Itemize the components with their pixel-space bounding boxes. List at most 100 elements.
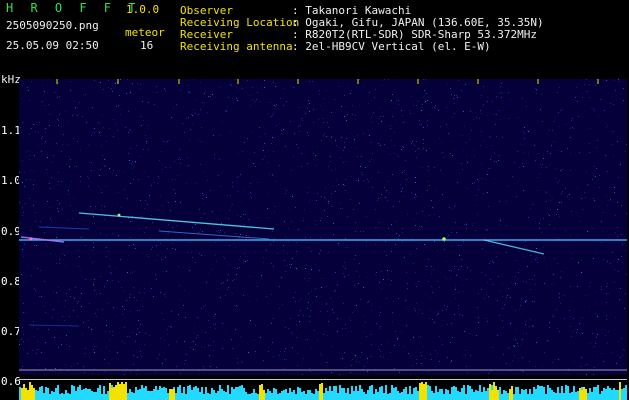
noise-speckle: [204, 347, 205, 348]
noise-speckle: [336, 179, 337, 180]
meteor-count-value: 16: [140, 39, 154, 52]
noise-speckle: [581, 198, 582, 199]
noise-speckle: [70, 90, 71, 91]
noise-speckle: [411, 143, 412, 144]
noise-speckle: [368, 103, 369, 104]
noise-speckle: [220, 186, 221, 187]
noise-speckle: [497, 335, 498, 336]
noise-speckle: [532, 326, 533, 327]
noise-speckle: [205, 332, 206, 333]
noise-speckle: [434, 241, 435, 242]
noise-speckle: [155, 274, 156, 275]
noise-speckle: [311, 291, 312, 292]
noise-speckle: [171, 311, 172, 312]
noise-speckle: [615, 90, 616, 91]
noise-speckle: [192, 257, 193, 258]
noise-speckle: [207, 180, 208, 181]
noise-speckle: [127, 198, 128, 199]
noise-speckle: [398, 104, 399, 105]
noise-speckle: [610, 103, 611, 104]
noise-speckle: [235, 233, 236, 234]
noise-speckle: [308, 225, 309, 226]
noise-speckle: [210, 366, 211, 367]
noise-speckle: [128, 132, 129, 133]
activity-column: [567, 386, 569, 400]
noise-speckle: [428, 170, 429, 171]
noise-speckle: [467, 267, 468, 268]
noise-speckle: [223, 282, 224, 283]
noise-speckle: [103, 89, 104, 90]
noise-speckle: [33, 124, 34, 125]
noise-speckle: [71, 366, 72, 367]
noise-speckle: [215, 323, 216, 324]
noise-speckle: [190, 347, 191, 348]
noise-speckle: [221, 283, 222, 284]
activity-column: [179, 385, 181, 400]
activity-column: [521, 389, 523, 400]
noise-speckle: [484, 298, 485, 299]
noise-speckle: [546, 265, 547, 266]
noise-speckle: [68, 190, 69, 191]
noise-speckle: [357, 225, 358, 226]
noise-speckle: [576, 275, 577, 276]
activity-peak: [321, 383, 323, 400]
noise-speckle: [582, 97, 583, 98]
noise-speckle: [240, 336, 241, 337]
noise-speckle: [419, 226, 420, 227]
noise-speckle: [73, 297, 74, 298]
noise-speckle: [74, 298, 75, 299]
noise-speckle: [309, 278, 310, 279]
noise-speckle: [415, 225, 416, 226]
noise-speckle: [416, 81, 417, 82]
noise-speckle: [449, 310, 450, 311]
noise-speckle: [230, 264, 231, 265]
noise-speckle: [127, 272, 128, 273]
noise-speckle: [70, 205, 71, 206]
noise-speckle: [201, 255, 202, 256]
noise-speckle: [57, 208, 58, 209]
activity-column: [315, 389, 317, 400]
noise-speckle: [610, 163, 611, 164]
noise-speckle: [482, 248, 483, 249]
noise-speckle: [541, 232, 542, 233]
noise-speckle: [249, 323, 250, 324]
activity-column: [331, 391, 333, 400]
noise-speckle: [465, 354, 466, 355]
noise-speckle: [504, 304, 505, 305]
noise-speckle: [108, 80, 109, 81]
noise-speckle: [322, 266, 323, 267]
noise-speckle: [621, 234, 622, 235]
noise-speckle: [473, 119, 474, 120]
noise-speckle: [328, 166, 329, 167]
noise-speckle: [186, 183, 187, 184]
activity-column: [361, 389, 363, 400]
noise-speckle: [395, 331, 396, 332]
noise-speckle: [120, 207, 121, 208]
noise-speckle: [232, 280, 233, 281]
noise-speckle: [404, 346, 405, 347]
noise-speckle: [590, 282, 591, 283]
noise-speckle: [130, 92, 131, 93]
noise-speckle: [292, 334, 293, 335]
noise-speckle: [94, 352, 95, 353]
noise-speckle: [237, 215, 238, 216]
noise-speckle: [100, 82, 101, 83]
activity-column: [131, 392, 133, 400]
noise-speckle: [517, 278, 518, 279]
noise-speckle: [369, 161, 370, 162]
noise-speckle: [248, 301, 249, 302]
noise-speckle: [414, 145, 415, 146]
noise-speckle: [554, 121, 555, 122]
y-tick-0.6: 0.6: [1, 375, 21, 388]
noise-speckle: [518, 346, 519, 347]
noise-speckle: [290, 267, 291, 268]
noise-speckle: [500, 86, 501, 87]
noise-speckle: [606, 122, 607, 123]
noise-speckle: [589, 152, 590, 153]
noise-speckle: [307, 132, 308, 133]
noise-speckle: [228, 287, 229, 288]
noise-speckle: [402, 85, 403, 86]
noise-speckle: [284, 260, 285, 261]
noise-speckle: [570, 170, 571, 171]
noise-speckle: [355, 106, 356, 107]
